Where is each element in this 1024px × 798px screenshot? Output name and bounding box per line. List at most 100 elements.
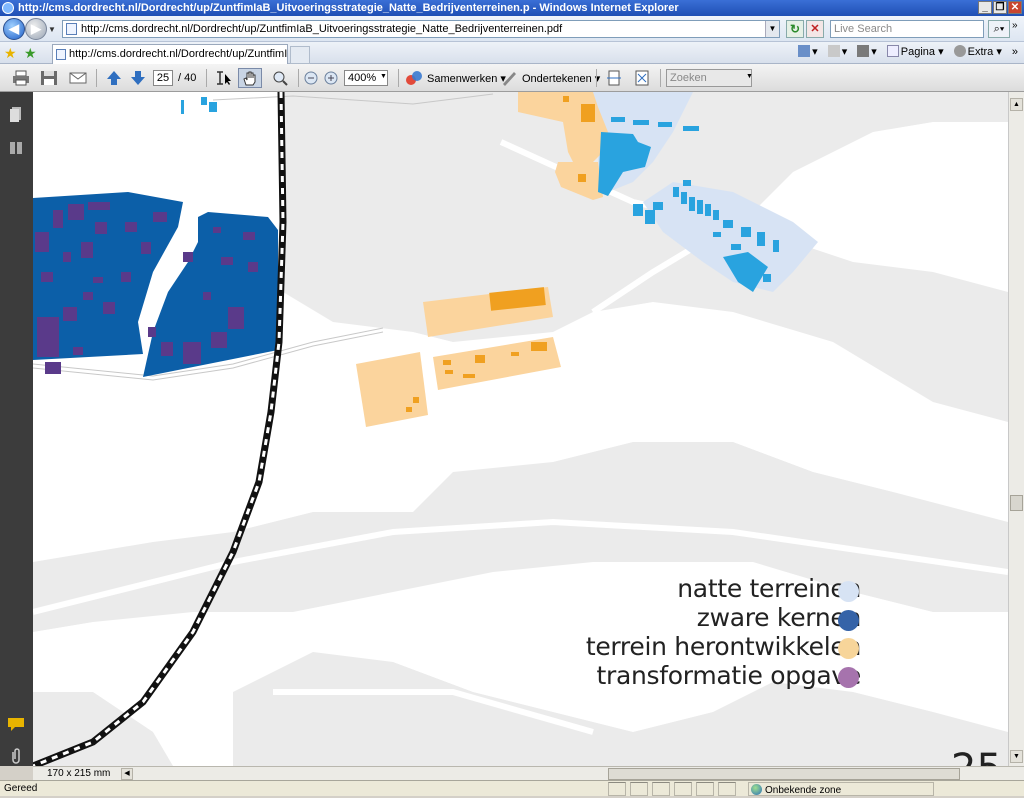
railway-line — [33, 92, 287, 766]
select-text-tool[interactable] — [212, 68, 234, 88]
next-page-button[interactable] — [128, 68, 148, 88]
navigation-panel — [0, 92, 33, 766]
horizontal-scroll-thumb[interactable] — [608, 768, 960, 780]
legend-swatch — [838, 667, 859, 688]
legend-label: zware kernen — [696, 603, 862, 632]
address-dropdown-icon[interactable]: ▼ — [765, 21, 779, 37]
collaborate-menu[interactable]: Samenwerken ▾ — [427, 72, 506, 85]
scroll-left-arrow-icon[interactable]: ◀ — [121, 768, 133, 780]
background-land-shapes — [33, 92, 1008, 766]
scroll-thumb[interactable] — [1010, 495, 1023, 511]
collaborate-label: Samenwerken — [427, 73, 498, 85]
page-count: / 40 — [178, 72, 197, 84]
extra-menu[interactable]: Extra ▾ — [953, 45, 1002, 58]
status-cell — [608, 782, 626, 796]
envelope-icon — [69, 72, 87, 84]
tab-label: http://cms.dordrecht.nl/Dordrecht/up/Zun… — [69, 48, 288, 60]
find-dropdown-icon[interactable]: ▼ — [746, 73, 753, 80]
minimize-button[interactable]: _ — [978, 1, 992, 14]
zoom-dropdown-icon[interactable]: ▼ — [380, 73, 387, 80]
sign-label: Ondertekenen — [522, 73, 592, 85]
address-input[interactable]: http://cms.dordrecht.nl/Dordrecht/up/Zun… — [62, 20, 780, 38]
address-text: http://cms.dordrecht.nl/Dordrecht/up/Zun… — [81, 23, 563, 35]
arrow-up-icon — [107, 71, 121, 85]
security-zone[interactable]: Onbekende zone — [748, 782, 934, 796]
tab-row: ★ ★ http://cms.dordrecht.nl/Dordrecht/up… — [0, 42, 1024, 64]
legend-item-terrein-herontwikkelen: terrein herontwikkelen — [531, 632, 861, 661]
toolbar-separator — [206, 69, 207, 87]
globe-icon — [751, 784, 762, 795]
sign-icon-button[interactable] — [498, 68, 520, 88]
toolbar-chevron-icon[interactable]: » — [1012, 46, 1018, 58]
add-favorite-icon[interactable]: ★ — [24, 45, 37, 61]
search-input[interactable]: Live Search — [830, 20, 984, 38]
comments-icon[interactable] — [7, 716, 25, 732]
favorites-star-icon[interactable]: ★ — [4, 45, 17, 61]
page-menu-label: Pagina — [900, 46, 936, 58]
status-cell — [630, 782, 648, 796]
page-menu[interactable]: Pagina ▾ — [886, 45, 944, 58]
collaborate-icon — [406, 71, 422, 85]
overflow-chevron-icon[interactable]: » — [1012, 20, 1018, 31]
stop-button[interactable]: ✕ — [806, 20, 824, 38]
zoom-out-icon — [304, 71, 318, 85]
zoom-in-button[interactable] — [322, 68, 340, 88]
extra-menu-label: Extra — [967, 46, 994, 58]
browser-tab[interactable]: http://cms.dordrecht.nl/Dordrecht/up/Zun… — [52, 44, 288, 64]
fit-width-button[interactable] — [604, 68, 624, 88]
pen-icon — [503, 72, 516, 86]
fit-page-icon — [635, 70, 649, 86]
toolbar-separator — [596, 69, 597, 87]
email-button[interactable] — [66, 68, 90, 88]
restore-button[interactable]: ❐ — [993, 1, 1007, 14]
status-cell — [674, 782, 692, 796]
zoom-out-button[interactable] — [302, 68, 320, 88]
home-button[interactable]: ▾ — [798, 45, 818, 58]
attachments-icon[interactable] — [7, 748, 25, 764]
search-button[interactable]: ⌕▾ — [988, 20, 1010, 38]
save-button[interactable] — [38, 68, 60, 88]
tab-page-icon — [56, 49, 66, 60]
print-button[interactable]: ▾ — [857, 45, 877, 58]
document-viewer[interactable]: 25 natte terreinen zware kernen terrein … — [33, 92, 1008, 766]
close-button[interactable]: ✕ — [1008, 1, 1022, 14]
legend-item-zware-kernen: zware kernen — [531, 603, 862, 632]
printer-icon — [13, 70, 29, 86]
pages-icon[interactable] — [7, 106, 25, 122]
legend-item-natte-terreinen: natte terreinen — [531, 574, 861, 603]
back-button[interactable]: ◀ — [3, 18, 25, 40]
feeds-button[interactable]: ▾ — [827, 45, 847, 58]
fit-width-icon — [607, 70, 621, 86]
forward-button[interactable]: ▶ — [25, 18, 47, 40]
toolbar-separator — [298, 69, 299, 87]
hand-tool[interactable] — [238, 68, 262, 88]
document-bottom-bar: 170 x 215 mm ◀ — [33, 766, 1024, 780]
find-input[interactable]: Zoeken — [666, 69, 752, 87]
history-dropdown-icon[interactable]: ▼ — [48, 25, 56, 34]
new-tab-button[interactable] — [290, 46, 310, 64]
sign-menu[interactable]: Ondertekenen ▾ — [522, 72, 600, 85]
page-number-input[interactable]: 25 — [153, 70, 173, 86]
collaborate-icon-button[interactable] — [404, 68, 424, 88]
toolbar-separator — [660, 69, 661, 87]
fit-page-button[interactable] — [632, 68, 652, 88]
zoom-tool[interactable] — [268, 68, 292, 88]
bookmarks-icon[interactable] — [7, 140, 25, 156]
scroll-up-arrow-icon[interactable]: ▲ — [1010, 98, 1023, 111]
vertical-scrollbar[interactable]: ▲ ▼ — [1008, 92, 1024, 766]
text-cursor-icon — [217, 71, 231, 85]
page-number-value: 25 — [156, 72, 170, 84]
zoom-in-icon — [324, 71, 338, 85]
scroll-down-arrow-icon[interactable]: ▼ — [1010, 750, 1023, 763]
legend-swatch — [838, 581, 859, 602]
legend-label: natte terreinen — [677, 574, 861, 603]
previous-page-button[interactable] — [104, 68, 124, 88]
command-bar: ▾ ▾ ▾ Pagina ▾ Extra ▾ » — [798, 45, 1018, 58]
zone-label: Onbekende zone — [765, 785, 842, 796]
page-size: 170 x 215 mm — [47, 768, 111, 779]
status-text: Gereed — [4, 783, 38, 794]
find-placeholder: Zoeken — [670, 72, 707, 84]
print-pdf-button[interactable] — [10, 68, 32, 88]
legend-swatch — [838, 638, 859, 659]
refresh-button[interactable]: ↻ — [786, 20, 804, 38]
